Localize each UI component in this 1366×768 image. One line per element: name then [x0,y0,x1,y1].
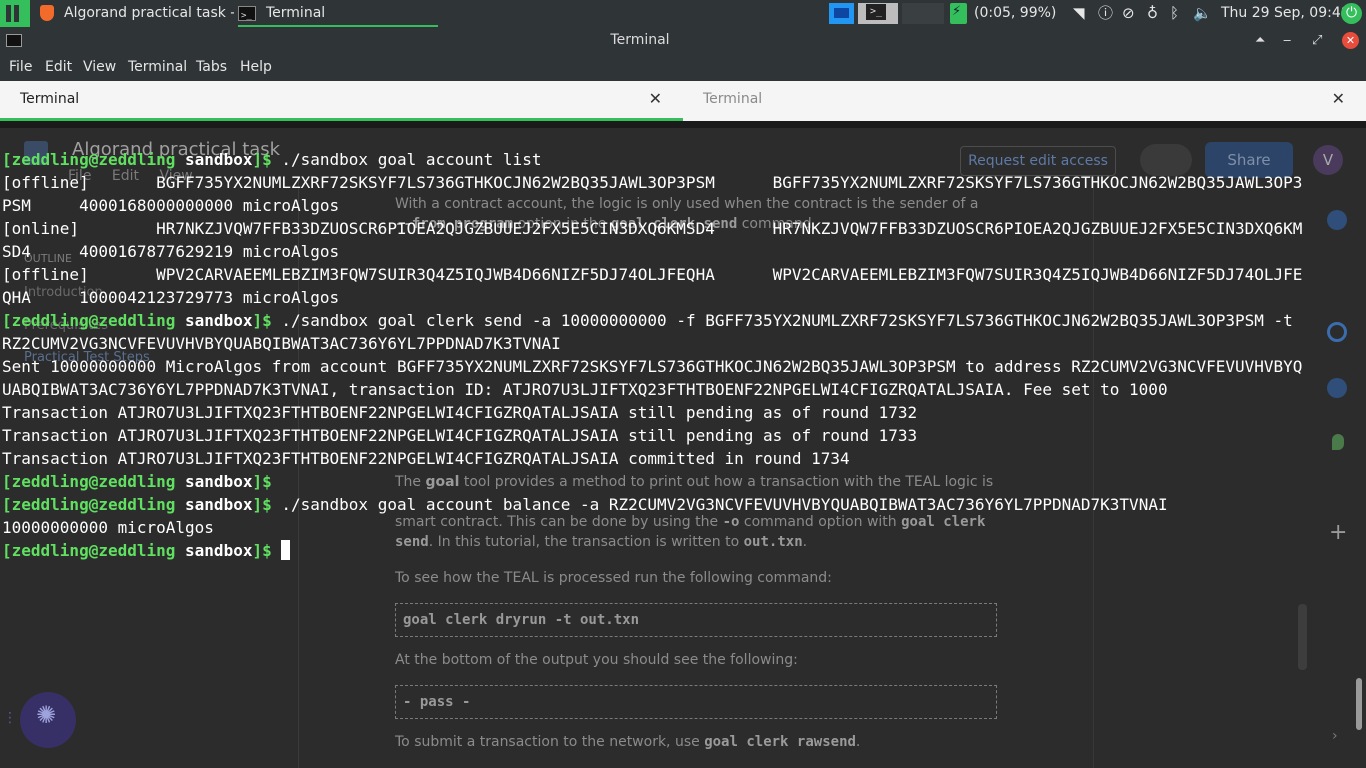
clock[interactable]: Thu 29 Sep, 09:48 [1221,0,1350,27]
output-line: Sent 10000000000 MicroAlgos from account… [2,357,1303,376]
tab-terminal-2[interactable]: Terminal ✕ [683,81,1366,121]
redshift-icon[interactable]: ♁ [1147,0,1158,27]
prompt-end: ]$ [252,495,272,514]
explore-fab-icon [20,692,76,748]
screen: Algorand practical task - G... Terminal … [0,0,1366,768]
command-text: ./sandbox goal account list [271,150,542,169]
command-text: ./sandbox goal account balance -a RZ2CUM… [271,495,1168,514]
tab-bar: Terminal ✕ Terminal ✕ [0,81,1366,121]
menu-help[interactable]: Help [240,54,272,81]
bluetooth-icon[interactable]: ᛒ [1170,0,1179,27]
text-cursor [281,540,291,560]
command-text [272,541,282,560]
output-line: Transaction ATJRO7U3LJIFTXQ23FTHTBOENF22… [2,426,918,445]
prompt-line: [zeddling@zeddling sandbox]$ [2,470,1352,493]
shade-icon[interactable]: ⏶ [1255,27,1265,54]
output-line: QHA 1000042123729773 microAlgos [2,288,340,307]
terminal-view[interactable]: Algorand practical task File Edit View R… [0,128,1366,768]
doc-scrollbar [1298,604,1307,670]
prompt-line: [zeddling@zeddling sandbox]$ [2,539,1352,562]
prompt-dir: sandbox [185,541,253,560]
close-window-icon[interactable]: ✕ [1342,32,1359,49]
prompt-dir: sandbox [185,495,253,514]
prompt-user: [zeddling@zeddling [2,472,176,491]
window-title: Terminal [610,32,670,48]
minimize-icon[interactable]: ‒ [1283,27,1291,54]
prompt-user: [zeddling@zeddling [2,541,176,560]
output-line: Transaction ATJRO7U3LJIFTXQ23FTHTBOENF22… [2,403,918,422]
workspace-3[interactable] [902,3,944,24]
taskbar-item-terminal[interactable]: Terminal [238,0,438,27]
maximize-icon[interactable]: ⤢ [1312,27,1322,54]
tab-label: Terminal [20,91,80,107]
doc-code-block: goal clerk dryrun -t out.txn [395,603,997,637]
prompt-line: [zeddling@zeddling sandbox]$ ./sandbox g… [2,148,1352,171]
doc-paragraph: At the bottom of the output you should s… [395,652,798,668]
doc-paragraph: To see how the TEAL is processed run the… [395,570,832,586]
workspace-1[interactable] [829,3,854,24]
menu-tabs[interactable]: Tabs [196,54,227,81]
prompt-user: [zeddling@zeddling [2,495,176,514]
brave-browser-icon [40,5,54,21]
output-line: 10000000000 microAlgos [2,518,214,537]
updates-icon[interactable]: ⓘ [1098,0,1113,27]
output-line: [offline] BGFF735YX2NUMLZXRF72SKSYF7LS73… [2,173,1303,192]
tab-label: Terminal [703,91,763,107]
command-text [272,472,282,491]
menu-view[interactable]: View [83,54,116,81]
volume-icon[interactable]: 🔈 [1193,0,1212,27]
prompt-line: [zeddling@zeddling sandbox]$ ./sandbox g… [2,309,1352,332]
wifi-icon[interactable]: ◥ [1073,0,1085,27]
taskbar-item-browser[interactable]: Algorand practical task - G... [40,0,234,27]
doc-code-block: - pass - [395,685,997,719]
prompt-end: ]$ [252,311,272,330]
manjaro-menu-icon[interactable] [0,0,30,27]
doc-paragraph: To submit a transaction to the network, … [395,734,861,750]
output-line: UABQIBWAT3AC736Y6YL7PPDNAD7K3TVNAI, tran… [2,380,1168,399]
output-line: RZ2CUMV2VG3NCVFEVUVHVBYQUABQIBWAT3AC736Y… [2,334,561,353]
chevron-right-icon: › [1332,728,1338,744]
tab-separator [0,121,1366,128]
prompt-end: ]$ [252,472,272,491]
prompt-dir: sandbox [185,150,253,169]
prompt-line: [zeddling@zeddling sandbox]$ ./sandbox g… [2,493,1352,516]
terminal-output[interactable]: [zeddling@zeddling sandbox]$ ./sandbox g… [2,148,1352,562]
taskbar-item-label: Algorand practical task - G... [64,5,234,21]
output-line: [online] HR7NKZJVQW7FFB33DZUOSCR6PIOEA2Q… [2,219,1303,238]
terminal-scrollbar[interactable] [1356,678,1362,730]
menubar: File Edit View Terminal Tabs Help [0,54,1366,81]
prompt-user: [zeddling@zeddling [2,150,176,169]
tab-terminal-1[interactable]: Terminal ✕ [0,81,683,121]
terminal-icon [238,3,256,25]
battery-status: (0:05, 99%) [974,5,1057,21]
output-line: PSM 4000168000000000 microAlgos [2,196,340,215]
prompt-dir: sandbox [185,472,253,491]
close-tab-icon[interactable]: ✕ [1332,81,1345,117]
prompt-end: ]$ [252,150,272,169]
clipboard-icon[interactable]: ⊘ [1122,0,1135,27]
output-line: Transaction ATJRO7U3LJIFTXQ23FTHTBOENF22… [2,449,850,468]
menu-file[interactable]: File [9,54,32,81]
close-tab-icon[interactable]: ✕ [649,81,662,117]
prompt-user: [zeddling@zeddling [2,311,176,330]
output-line: SD4 4000167877629219 microAlgos [2,242,340,261]
power-icon[interactable]: ⏻ [1341,3,1362,24]
menu-terminal[interactable]: Terminal [128,54,187,81]
workspace-2[interactable] [858,3,898,24]
prompt-dir: sandbox [185,311,253,330]
menu-edit[interactable]: Edit [45,54,72,81]
command-text: ./sandbox goal clerk send -a 10000000000… [271,311,1293,330]
battery-icon[interactable] [950,3,967,24]
output-line: [offline] WPV2CARVAEEMLEBZIM3FQW7SUIR3Q4… [2,265,1303,284]
prompt-end: ]$ [252,541,272,560]
window-titlebar[interactable]: Terminal ⏶ ‒ ⤢ ✕ [0,27,1366,54]
taskbar-item-label: Terminal [266,5,326,21]
system-panel: Algorand practical task - G... Terminal … [0,0,1366,27]
